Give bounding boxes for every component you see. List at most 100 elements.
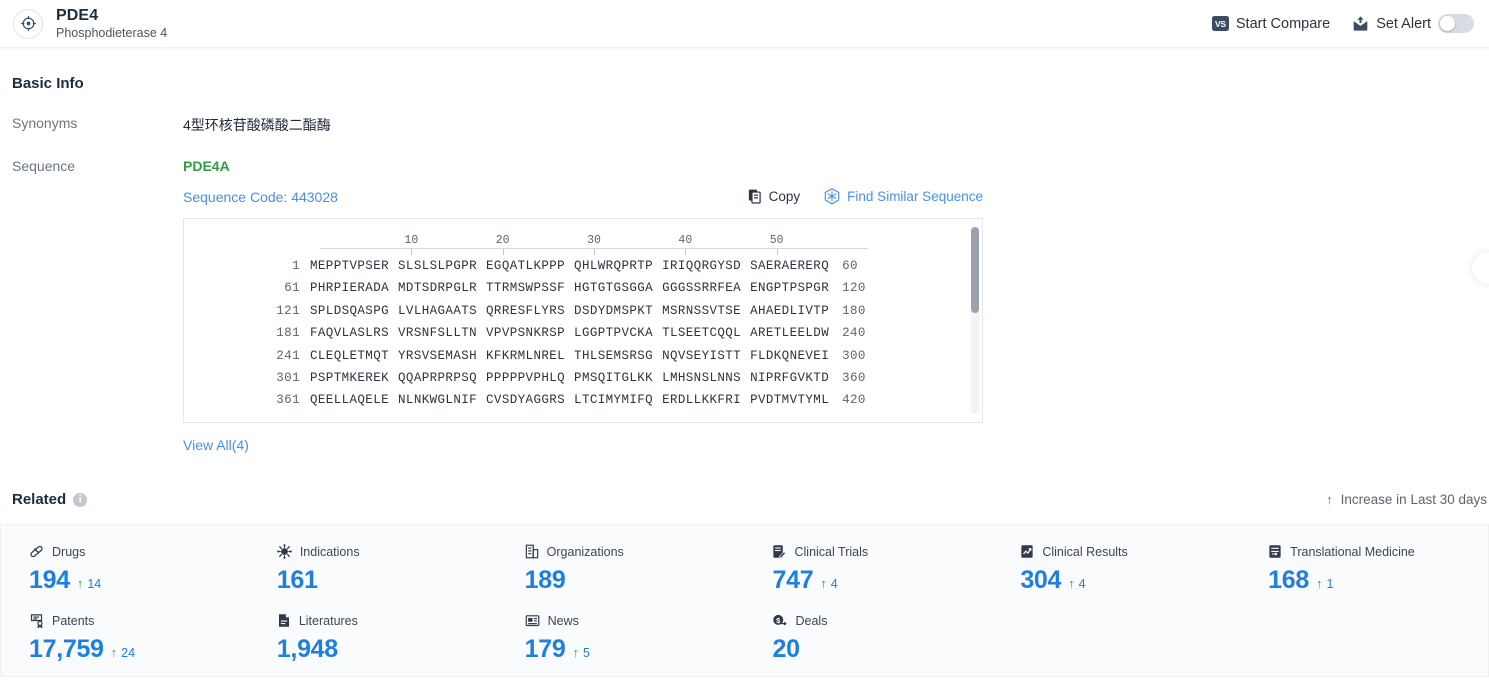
delta-arrow-up-icon: ↑: [1315, 576, 1323, 591]
sequence-chunk: AHAEDLIVTP: [750, 303, 830, 318]
sequence-chunk: QRRESFLYRS: [486, 303, 566, 318]
sequence-row-start: 301: [276, 370, 300, 385]
card-value[interactable]: 1,948: [277, 635, 338, 664]
set-alert-control[interactable]: Set Alert: [1352, 14, 1474, 33]
copy-button[interactable]: Copy: [748, 189, 801, 204]
ruler-tick-label: 40: [678, 234, 693, 247]
set-alert-toggle[interactable]: [1438, 14, 1474, 33]
sequence-chunk: SPLDSQASPG: [310, 303, 390, 318]
increase-legend: ↑ Increase in Last 30 days: [1326, 492, 1487, 507]
sequence-viewer[interactable]: 10 20 30 40 50 1 MEPPTVPSER SLSLSLPGPR EGQATLKP…: [183, 218, 983, 423]
card-value[interactable]: 189: [525, 566, 566, 595]
related-card-indications[interactable]: Indications 161: [249, 543, 497, 595]
sequence-chunk: IRIQQRGYSD: [662, 259, 742, 273]
card-value-row: 194 ↑ 14: [29, 566, 249, 595]
sequence-row-end: 360: [842, 370, 866, 385]
delta-arrow-up-icon: ↑: [572, 645, 579, 660]
related-header: Related i ↑ Increase in Last 30 days: [0, 491, 1489, 508]
sequence-row-end: 120: [842, 281, 866, 296]
related-card-organizations[interactable]: Organizations 189: [497, 543, 745, 595]
sequence-chunk: FLDKQNEVEI: [750, 348, 830, 363]
sequence-row: 181 FAQVLASLRS VRSNFSLLTN VPVPSNKRSP LGGPTPV…: [184, 322, 982, 344]
card-value[interactable]: 194: [29, 566, 70, 595]
related-card-patents[interactable]: Patents 17,759 ↑ 24: [1, 612, 249, 664]
sequence-chunk: ENGPTPSPGR: [750, 281, 830, 296]
delta-value: 24: [121, 646, 136, 660]
info-icon[interactable]: i: [73, 492, 88, 507]
delta-value: 1: [1326, 577, 1334, 591]
sequence-chunk: LGGPTPVCKA: [574, 326, 654, 341]
card-value[interactable]: 179: [525, 635, 566, 664]
sequence-scrollbar[interactable]: [971, 227, 979, 414]
card-delta: ↑ 14: [77, 576, 101, 591]
sequence-row-residues: SPLDSQASPG LVLHAGAATS QRRESFLYRS DSDYDMSPKT…: [310, 300, 829, 322]
card-value[interactable]: 17,759: [29, 635, 104, 664]
doc-flow-icon: [1268, 544, 1282, 559]
sequence-chunk: VRSNFSLLTN: [398, 326, 478, 341]
card-label: Clinical Results: [1042, 544, 1128, 559]
basic-info-heading: Basic Info: [12, 75, 84, 92]
sequence-chunk: DSDYDMSPKT: [574, 303, 654, 318]
related-card-clinical-results[interactable]: Clinical Results 304 ↑ 4: [992, 543, 1240, 595]
view-all-link[interactable]: View All(4): [183, 437, 249, 453]
sequence-row-residues: PHRPIERADA MDTSDRPGLR TTRMSWPSSF HGTGTGSGGA…: [310, 277, 829, 299]
card-header: Patents: [29, 612, 249, 629]
card-value-row: 20: [772, 635, 992, 664]
sequence-scrollbar-thumb[interactable]: [971, 227, 979, 314]
delta-arrow-up-icon: ↑: [110, 645, 118, 660]
card-header: Literatures: [277, 612, 497, 629]
card-value[interactable]: 168: [1268, 566, 1309, 595]
page-body: Basic Info Synonyms 4型环核苷酸磷酸二酯酶 Sequence…: [0, 47, 1489, 677]
sequence-code-link[interactable]: Sequence Code: 443028: [183, 189, 338, 205]
find-similar-sequence-button[interactable]: Find Similar Sequence: [824, 188, 983, 205]
card-delta: ↑ 4: [1068, 576, 1085, 591]
card-value[interactable]: 20: [772, 635, 800, 664]
card-value[interactable]: 747: [772, 566, 813, 595]
chart-doc-icon: [1020, 544, 1034, 559]
copy-label: Copy: [768, 189, 801, 204]
related-cards-panel: Drugs 194 ↑ 14 Indications 161 Organizations 18…: [0, 524, 1489, 677]
card-label: Clinical Trials: [794, 544, 869, 559]
delta-arrow-up-icon: ↑: [76, 576, 84, 591]
card-value[interactable]: 304: [1020, 566, 1061, 595]
sequence-row-residues: QEELLAQELE NLNKWGLNIF CVSDYAGGRS LTCIMYMIFQ…: [310, 389, 829, 411]
delta-arrow-up-icon: ↑: [1068, 576, 1075, 591]
sequence-row-residues: PSPTMKEREK QQAPRPRPSQ PPPPPVPHLQ PMSQITGLKK…: [310, 367, 829, 389]
ruler-tick: [411, 249, 413, 255]
related-card-clinical-trials[interactable]: Clinical Trials 747 ↑ 4: [744, 543, 992, 595]
delta-arrow-up-icon: ↑: [820, 576, 827, 591]
sequence-label: Sequence: [12, 158, 76, 174]
related-card-literatures[interactable]: Literatures 1,948: [249, 612, 497, 664]
card-value[interactable]: 161: [277, 566, 318, 595]
pill-icon: [29, 544, 44, 559]
related-card-drugs[interactable]: Drugs 194 ↑ 14: [1, 543, 249, 595]
sequence-chunk: NLNKWGLNIF: [398, 393, 478, 408]
sequence-chunk: HGTGTGSGGA: [574, 281, 654, 296]
sequence-row-start: 121: [276, 303, 300, 318]
sequence-ruler: 10 20 30 40 50: [320, 227, 868, 255]
arrow-up-icon: ↑: [1326, 492, 1333, 507]
ruler-tick-label: 50: [769, 234, 784, 247]
sequence-row: 241 CLEQLETMQT YRSVSEMASH KFKRMLNREL THLSEMS…: [184, 345, 982, 367]
card-delta: ↑ 4: [820, 576, 837, 591]
sequence-chunk: QHLWRQPRTP: [574, 259, 654, 273]
related-card-news[interactable]: News 179 ↑ 5: [497, 612, 745, 664]
related-title: Related: [12, 491, 67, 508]
card-delta: ↑ 24: [111, 645, 135, 660]
sequence-row-residues: MEPPTVPSER SLSLSLPGPR EGQATLKPPP QHLWRQPRTP…: [310, 255, 829, 277]
sequence-chunk: NIPRFGVKTD: [750, 370, 830, 385]
sequence-chunk: PVDTMVTYML: [750, 393, 830, 408]
sequence-row: 301 PSPTMKEREK QQAPRPRPSQ PPPPPVPHLQ PMSQITG…: [184, 367, 982, 389]
card-label: Literatures: [298, 613, 358, 628]
molecule-hexagon-icon: [824, 188, 840, 205]
card-header: $ Deals: [772, 612, 992, 629]
virus-icon: [276, 544, 292, 559]
start-compare-label: Start Compare: [1235, 15, 1331, 32]
sequence-row-end: 180: [842, 303, 866, 318]
related-card-deals[interactable]: $ Deals 20: [744, 612, 992, 664]
related-card-translational-medicine[interactable]: Translational Medicine 168 ↑ 1: [1240, 543, 1488, 595]
ruler-tick-label: 20: [495, 234, 510, 247]
sequence-row-residues: CLEQLETMQT YRSVSEMASH KFKRMLNREL THLSEMSRSG…: [310, 345, 829, 367]
delta-value: 14: [87, 577, 102, 591]
start-compare-button[interactable]: VS Start Compare: [1211, 15, 1331, 32]
